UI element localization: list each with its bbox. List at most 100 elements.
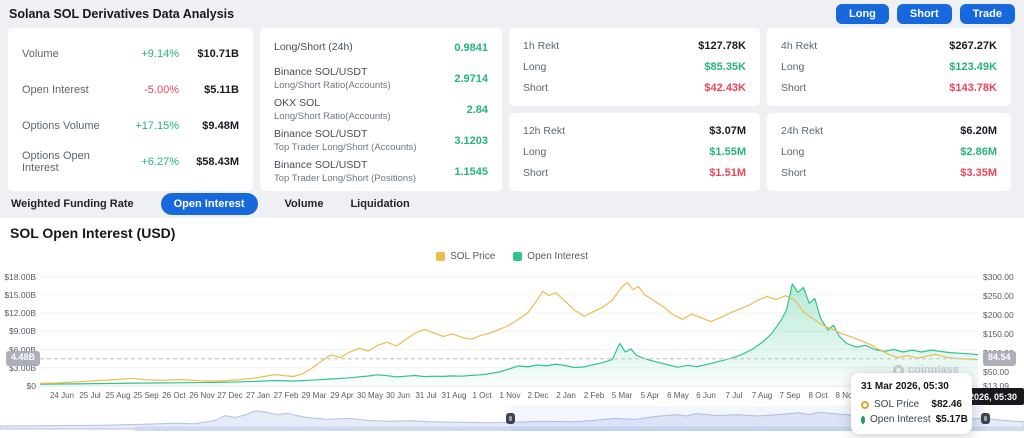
metric-value: $5.11B [204, 84, 239, 96]
page-title: Solana SOL Derivatives Data Analysis [9, 7, 235, 21]
tab-open-interest[interactable]: Open Interest [160, 193, 258, 215]
tab-weighted-funding-rate[interactable]: Weighted Funding Rate [11, 198, 134, 210]
ratio-label: Binance SOL/USDT [274, 66, 368, 78]
x-axis-tick: 6 Jun [696, 391, 716, 400]
metric-row: Options Volume +17.15% $9.48M [8, 108, 253, 144]
x-axis-tick: 31 Aug [441, 391, 467, 400]
rekt-long-value: $2.86M [960, 146, 997, 158]
x-axis-tick: 2 Jan [556, 391, 576, 400]
chart-tabs: Weighted Funding Rate Open Interest Volu… [0, 190, 1024, 218]
metric-label: Open Interest [22, 84, 89, 96]
metric-value: $10.71B [197, 48, 239, 60]
y-axis-left-tick: $18.00B [4, 271, 36, 282]
metric-label: Options Volume [22, 120, 100, 132]
rekt-total: $127.78K [698, 40, 746, 52]
x-axis-tick: 24 Jun [49, 391, 75, 400]
metric-value: $9.48M [202, 120, 239, 132]
x-axis-tick: 7 Jul [725, 391, 743, 400]
tab-volume[interactable]: Volume [285, 198, 324, 210]
y-axis-left-tick: $9.00B [9, 326, 36, 337]
rekt-short-value: $1.51M [709, 167, 746, 179]
x-axis-tick: 27 Jan [245, 391, 271, 400]
y-axis-left-tick: $12.00B [4, 308, 36, 319]
sol-price-dot-icon [861, 400, 869, 409]
tooltip-label: Open Interest [870, 414, 931, 425]
rekt-title: 24h Rekt [781, 125, 824, 137]
metric-label: Volume [22, 48, 59, 60]
rekt-short-label: Short [523, 82, 549, 94]
x-axis-tick: 25 Sep [133, 391, 159, 400]
x-axis-tick: 7 Aug [751, 391, 773, 400]
ratio-label: Binance SOL/USDT [274, 128, 368, 140]
metric-value: $58.43M [196, 156, 239, 168]
x-axis-tick: 29 Mar [301, 391, 327, 400]
y-axis-left-tick: $0 [26, 381, 36, 391]
ratio-value: 2.84 [466, 103, 488, 116]
metric-change: +6.27% [141, 156, 179, 168]
ratio-sublabel: Top Trader Long/Short (Accounts) [274, 142, 417, 153]
tooltip-value: $5.17B [935, 414, 968, 425]
rekt-long-value: $123.49K [949, 61, 997, 73]
x-axis-tick: 25 Aug [105, 391, 131, 400]
y-axis-right-tick: $300.00 [983, 271, 1014, 282]
navigator-handle-left[interactable] [506, 413, 515, 424]
rekt-title: 4h Rekt [781, 40, 818, 52]
tab-liquidation[interactable]: Liquidation [350, 198, 409, 210]
ratio-row: Binance SOL/USDT Long/Short Ratio(Account… [260, 63, 502, 94]
x-axis-tick: 25 Jul [79, 391, 101, 400]
chart-tooltip: 31 Mar 2026, 05:30 SOL Price $82.46 Open… [851, 373, 972, 434]
metric-label: Options Open Interest [22, 150, 90, 174]
navigator-handle-right[interactable] [981, 413, 990, 424]
oi-current-badge: 4.48B [6, 350, 41, 366]
rekt-card-1h: 1h Rekt $127.78K Long $85.35K Short $42.43K [509, 28, 760, 106]
rekt-card-24h: 24h Rekt $6.20M Long $2.86M Short $3.35M [767, 113, 1011, 191]
rekt-long-label: Long [523, 146, 547, 158]
rekt-short-label: Short [781, 82, 807, 94]
metric-row: Options Open Interest +6.27% $58.43M [8, 144, 253, 180]
rekt-long-label: Long [781, 146, 805, 158]
x-axis-tick: 30 May [356, 391, 384, 400]
x-axis-tick: 26 Nov [189, 391, 215, 400]
ratio-label: Binance SOL/USDT [274, 159, 368, 171]
y-axis-right-tick: $150.00 [983, 328, 1014, 339]
x-axis-tick: 8 Oct [808, 391, 828, 400]
ratio-label: Long/Short (24h) [274, 40, 353, 53]
trade-actions: Long Short Trade [836, 4, 1015, 24]
tooltip-value: $82.46 [931, 399, 962, 410]
ratio-sublabel: Top Trader Long/Short (Positions) [274, 173, 417, 184]
rekt-short-label: Short [523, 167, 549, 179]
long-button[interactable]: Long [836, 4, 889, 24]
tooltip-row: SOL Price $82.46 [861, 399, 962, 410]
y-axis-right-tick: $250.00 [983, 290, 1014, 301]
open-interest-dot-icon [861, 415, 865, 424]
chart-panel: SOL Open Interest (USD) SOL Price Open I… [0, 218, 1024, 438]
ratio-row: Binance SOL/USDT Top Trader Long/Short (A… [260, 125, 502, 156]
y-axis-right-tick: $200.00 [983, 309, 1014, 320]
rekt-total: $3.07M [709, 125, 746, 137]
rekt-long-label: Long [523, 61, 547, 73]
rekt-title: 12h Rekt [523, 125, 566, 137]
ratio-sublabel: Long/Short Ratio(Accounts) [274, 80, 391, 91]
ratio-value: 2.9714 [454, 72, 488, 85]
x-axis-tick: 1 Oct [472, 391, 492, 400]
ratio-value: 3.1203 [454, 134, 488, 147]
x-axis-tick: 27 Feb [273, 391, 299, 400]
metric-change: -5.00% [144, 84, 179, 96]
y-axis-left-tick: $15.00B [4, 289, 36, 300]
metric-change: +17.15% [135, 120, 179, 132]
derivatives-metrics-card: Volume +9.14% $10.71B Open Interest -5.0… [8, 28, 253, 191]
rekt-title: 1h Rekt [523, 40, 560, 52]
stats-cards-row: Volume +9.14% $10.71B Open Interest -5.0… [0, 26, 1024, 191]
x-axis-tick: 5 Apr [640, 391, 660, 400]
short-button[interactable]: Short [896, 4, 952, 24]
x-axis-tick: 2 Feb [583, 391, 605, 400]
rekt-card-12h: 12h Rekt $3.07M Long $1.55M Short $1.51M [509, 113, 760, 191]
ratio-sublabel: Long/Short Ratio(Accounts) [274, 111, 391, 122]
metric-row: Volume +9.14% $10.71B [8, 36, 253, 72]
metric-row: Open Interest -5.00% $5.11B [8, 72, 253, 108]
rekt-short-label: Short [781, 167, 807, 179]
x-axis-tick: 29 Apr [330, 391, 354, 400]
trade-button[interactable]: Trade [959, 4, 1015, 24]
tooltip-label: SOL Price [874, 399, 920, 410]
ratio-value: 1.1545 [454, 165, 488, 178]
